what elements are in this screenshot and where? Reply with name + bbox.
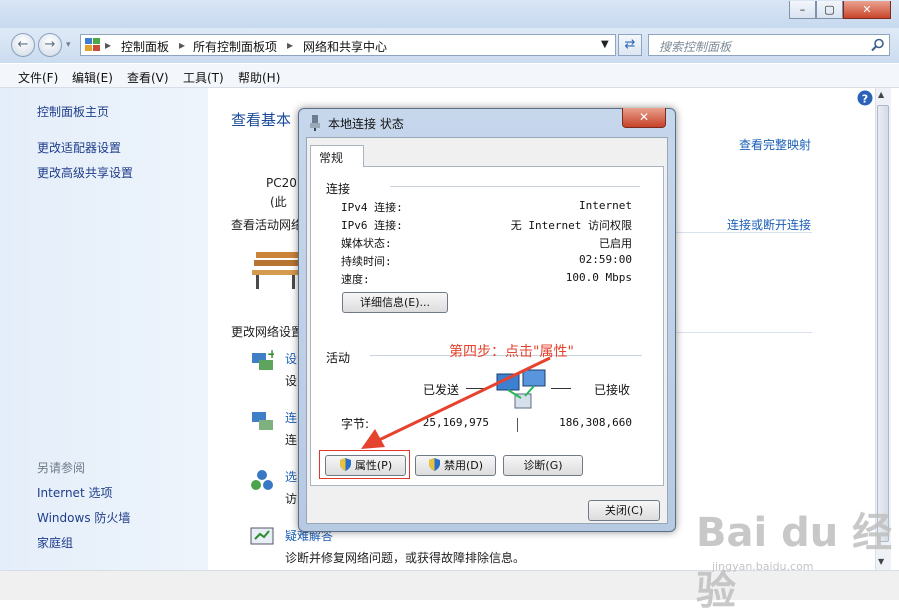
uac-shield-icon bbox=[428, 458, 440, 471]
refresh-button[interactable]: ⇄ bbox=[618, 34, 642, 56]
homegroup-icon bbox=[251, 470, 273, 490]
uac-shield-icon bbox=[339, 458, 351, 471]
field-value-ipv4: Internet bbox=[579, 199, 632, 212]
network-adapter-icon bbox=[310, 115, 320, 131]
scroll-up-icon[interactable]: ▲ bbox=[878, 90, 884, 99]
menu-tools[interactable]: 工具(T) bbox=[183, 69, 224, 86]
svg-text:+: + bbox=[267, 347, 274, 361]
dialog-close-button[interactable]: ✕ bbox=[622, 108, 666, 128]
field-value-media-state: 已启用 bbox=[599, 237, 632, 250]
task-1-desc: 设 bbox=[285, 374, 298, 388]
field-label-ipv6: IPv6 连接: bbox=[341, 219, 403, 232]
maximize-button[interactable]: ▢ bbox=[816, 1, 843, 19]
link-connect-disconnect[interactable]: 连接或断开连接 bbox=[727, 216, 811, 233]
close-button[interactable]: 关闭(C) bbox=[588, 500, 660, 521]
field-label-speed: 速度: bbox=[341, 273, 370, 286]
back-button[interactable]: ← bbox=[11, 33, 35, 57]
link-control-panel-home[interactable]: 控制面板主页 bbox=[37, 103, 109, 120]
link-windows-firewall[interactable]: Windows 防火墙 bbox=[37, 509, 130, 526]
forward-button[interactable]: → bbox=[38, 33, 62, 57]
task-2-desc: 连 bbox=[285, 433, 298, 447]
field-label-media-state: 媒体状态: bbox=[341, 237, 392, 250]
received-label: 已接收 bbox=[594, 383, 631, 397]
close-window-button[interactable]: ✕ bbox=[843, 1, 891, 19]
minimize-button[interactable]: – bbox=[789, 1, 816, 19]
breadcrumb-separator-icon: ▸ bbox=[287, 38, 294, 52]
link-view-full-map[interactable]: 查看完整映射 bbox=[739, 136, 811, 153]
task-3-title[interactable]: 选 bbox=[285, 468, 297, 485]
network-connect-icon bbox=[252, 412, 273, 430]
search-input[interactable]: 搜索控制面板 bbox=[648, 34, 890, 56]
disable-button[interactable]: 禁用(D) bbox=[415, 455, 496, 476]
breadcrumb-separator-icon: ▸ bbox=[179, 38, 186, 52]
properties-button[interactable]: 属性(P) bbox=[325, 455, 406, 476]
troubleshoot-icon bbox=[250, 527, 274, 545]
field-value-speed: 100.0 Mbps bbox=[565, 271, 632, 284]
task-3-desc: 访 bbox=[285, 492, 298, 506]
disable-button-label: 禁用(D) bbox=[443, 459, 484, 472]
diagnose-button[interactable]: 诊断(G) bbox=[503, 455, 583, 476]
window-title-bar bbox=[0, 0, 899, 28]
link-homegroup[interactable]: 家庭组 bbox=[37, 534, 73, 551]
field-label-duration: 持续时间: bbox=[341, 255, 392, 268]
details-button[interactable]: 详细信息(E)... bbox=[342, 292, 448, 313]
pc-subtitle: (此 bbox=[270, 195, 287, 209]
active-networks-heading: 查看活动网络 bbox=[231, 218, 304, 232]
search-placeholder: 搜索控制面板 bbox=[659, 40, 732, 54]
link-internet-options[interactable]: Internet 选项 bbox=[37, 484, 112, 501]
menu-help[interactable]: 帮助(H) bbox=[238, 69, 280, 86]
address-dropdown-icon[interactable]: ▼ bbox=[601, 39, 609, 50]
annotation-arrow-icon bbox=[361, 356, 551, 449]
separator bbox=[674, 332, 812, 333]
address-bar[interactable]: ▸ 控制面板 ▸ 所有控制面板项 ▸ 网络和共享中心 ▼ bbox=[80, 34, 616, 56]
link-change-adapter-settings[interactable]: 更改适配器设置 bbox=[37, 139, 121, 156]
page-title: 查看基本 bbox=[231, 111, 292, 129]
scrollbar-thumb[interactable] bbox=[877, 105, 889, 542]
activity-group-label: 活动 bbox=[326, 351, 351, 365]
see-also-heading: 另请参阅 bbox=[37, 461, 86, 475]
field-label-ipv4: IPv4 连接: bbox=[341, 201, 403, 214]
control-panel-icon bbox=[85, 38, 100, 51]
baidu-watermark: Bai du 经验 bbox=[696, 510, 893, 614]
menu-view[interactable]: 查看(V) bbox=[127, 69, 169, 86]
group-divider bbox=[390, 186, 640, 187]
change-settings-heading: 更改网络设置 bbox=[231, 325, 304, 339]
search-icon[interactable] bbox=[871, 38, 885, 52]
dialog-title: 本地连接 状态 bbox=[328, 117, 404, 131]
recent-pages-chevron-icon[interactable]: ▾ bbox=[66, 40, 71, 50]
task-2-title[interactable]: 连 bbox=[285, 409, 297, 426]
help-icon[interactable]: ? bbox=[857, 90, 873, 106]
connection-group-label: 连接 bbox=[326, 182, 351, 196]
breadcrumb-network-center[interactable]: 网络和共享中心 bbox=[303, 38, 387, 55]
baidu-watermark-url: jingyan.baidu.com bbox=[712, 560, 814, 573]
link-advanced-sharing[interactable]: 更改高级共享设置 bbox=[37, 164, 133, 181]
tab-general[interactable]: 常规 bbox=[310, 145, 364, 167]
breadcrumb-all-items[interactable]: 所有控制面板项 bbox=[193, 38, 277, 55]
menu-file[interactable]: 文件(F) bbox=[18, 69, 58, 86]
task-1-title[interactable]: 设 bbox=[285, 350, 297, 367]
svg-text:?: ? bbox=[862, 93, 868, 106]
new-connection-icon: + bbox=[252, 347, 274, 370]
task-troubleshoot-desc: 诊断并修复网络问题，或获得故障排除信息。 bbox=[285, 551, 526, 565]
field-value-duration: 02:59:00 bbox=[579, 253, 632, 266]
menu-edit[interactable]: 编辑(E) bbox=[72, 69, 113, 86]
field-value-ipv6: 无 Internet 访问权限 bbox=[510, 219, 632, 232]
bench-icon bbox=[252, 252, 300, 289]
breadcrumb-control-panel[interactable]: 控制面板 bbox=[121, 38, 169, 55]
properties-button-label: 属性(P) bbox=[354, 459, 393, 472]
breadcrumb-separator-icon: ▸ bbox=[105, 38, 112, 52]
